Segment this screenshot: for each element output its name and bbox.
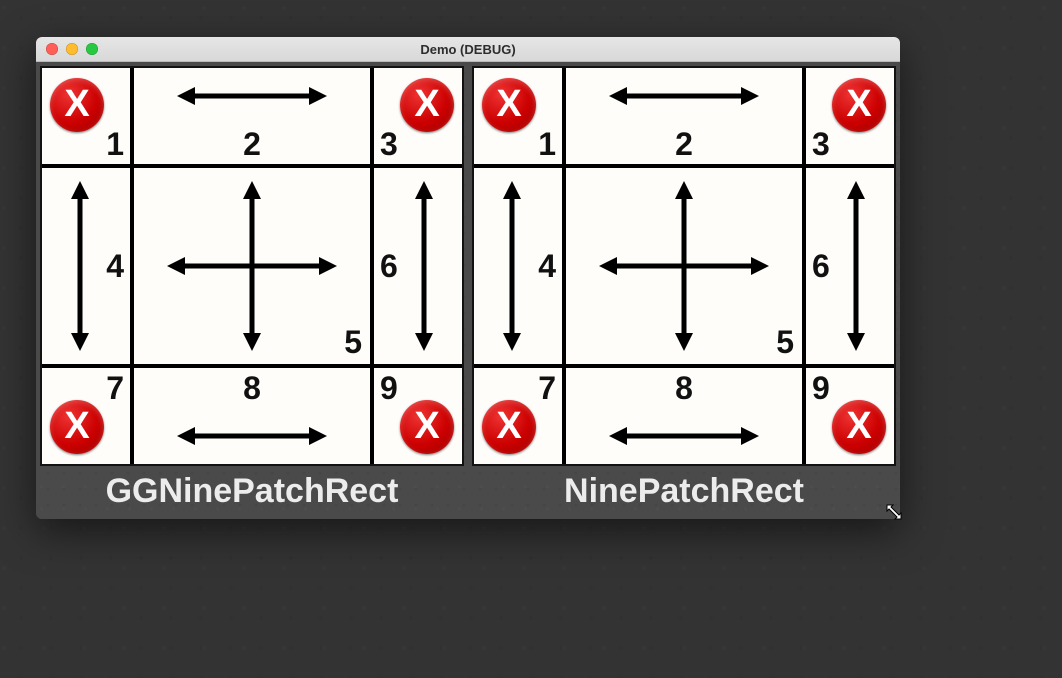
region-number: 2	[675, 128, 693, 160]
arrow-vertical-icon	[412, 181, 436, 351]
region-number: 6	[380, 250, 398, 282]
x-badge-icon: X	[400, 78, 454, 132]
desktop-background: Demo (DEBUG) X 1	[0, 0, 1062, 678]
region-9: X 9	[802, 364, 894, 464]
traffic-lights	[36, 43, 98, 55]
arrow-horizontal-icon	[609, 424, 759, 448]
region-2: 2	[134, 68, 370, 168]
region-3: X 3	[370, 68, 462, 168]
region-number: 9	[812, 372, 830, 404]
region-number: 5	[344, 326, 362, 358]
ninepatch-demo-left: X 1 2	[40, 66, 464, 466]
x-badge-icon: X	[482, 400, 536, 454]
region-8: 8	[134, 364, 370, 464]
region-number: 5	[776, 326, 794, 358]
window-close-button[interactable]	[46, 43, 58, 55]
x-badge-glyph: X	[496, 405, 521, 448]
region-1: X 1	[42, 68, 134, 168]
x-badge-icon: X	[50, 78, 104, 132]
ninepatch-demo-right: X 1 2	[472, 66, 896, 466]
region-number: 8	[675, 372, 693, 404]
x-badge-glyph: X	[496, 83, 521, 126]
region-9: X 9	[370, 364, 462, 464]
window-titlebar[interactable]: Demo (DEBUG)	[36, 37, 900, 62]
x-badge-glyph: X	[846, 83, 871, 126]
x-badge-glyph: X	[846, 405, 871, 448]
x-badge-glyph: X	[64, 83, 89, 126]
region-7: X 7	[474, 364, 566, 464]
window-title: Demo (DEBUG)	[36, 42, 900, 57]
x-badge-icon: X	[482, 78, 536, 132]
arrow-cross-icon	[599, 181, 769, 351]
region-number: 1	[106, 128, 124, 160]
right-panel: X 1 2	[472, 66, 896, 515]
region-4: 4	[42, 168, 134, 364]
region-number: 9	[380, 372, 398, 404]
left-panel: X 1 2	[40, 66, 464, 515]
arrow-vertical-icon	[68, 181, 92, 351]
demo-window: Demo (DEBUG) X 1	[36, 37, 900, 519]
window-zoom-button[interactable]	[86, 43, 98, 55]
x-badge-icon: X	[832, 400, 886, 454]
region-7: X 7	[42, 364, 134, 464]
region-6: 6	[370, 168, 462, 364]
region-6: 6	[802, 168, 894, 364]
region-5: 5	[134, 168, 370, 364]
region-number: 4	[538, 250, 556, 282]
region-1: X 1	[474, 68, 566, 168]
x-badge-glyph: X	[64, 405, 89, 448]
window-client-area: X 1 2	[36, 62, 900, 519]
arrow-vertical-icon	[844, 181, 868, 351]
region-5: 5	[566, 168, 802, 364]
region-3: X 3	[802, 68, 894, 168]
window-minimize-button[interactable]	[66, 43, 78, 55]
region-number: 4	[106, 250, 124, 282]
region-number: 8	[243, 372, 261, 404]
x-badge-glyph: X	[414, 405, 439, 448]
x-badge-glyph: X	[414, 83, 439, 126]
region-number: 2	[243, 128, 261, 160]
region-number: 6	[812, 250, 830, 282]
region-8: 8	[566, 364, 802, 464]
panel-label: GGNinePatchRect	[40, 466, 464, 515]
x-badge-icon: X	[50, 400, 104, 454]
x-badge-icon: X	[832, 78, 886, 132]
region-number: 1	[538, 128, 556, 160]
region-number: 3	[812, 128, 830, 160]
arrow-horizontal-icon	[177, 84, 327, 108]
region-2: 2	[566, 68, 802, 168]
arrow-cross-icon	[167, 181, 337, 351]
region-number: 7	[106, 372, 124, 404]
region-4: 4	[474, 168, 566, 364]
x-badge-icon: X	[400, 400, 454, 454]
arrow-horizontal-icon	[177, 424, 327, 448]
region-number: 7	[538, 372, 556, 404]
panel-label: NinePatchRect	[472, 466, 896, 515]
region-number: 3	[380, 128, 398, 160]
arrow-horizontal-icon	[609, 84, 759, 108]
arrow-vertical-icon	[500, 181, 524, 351]
